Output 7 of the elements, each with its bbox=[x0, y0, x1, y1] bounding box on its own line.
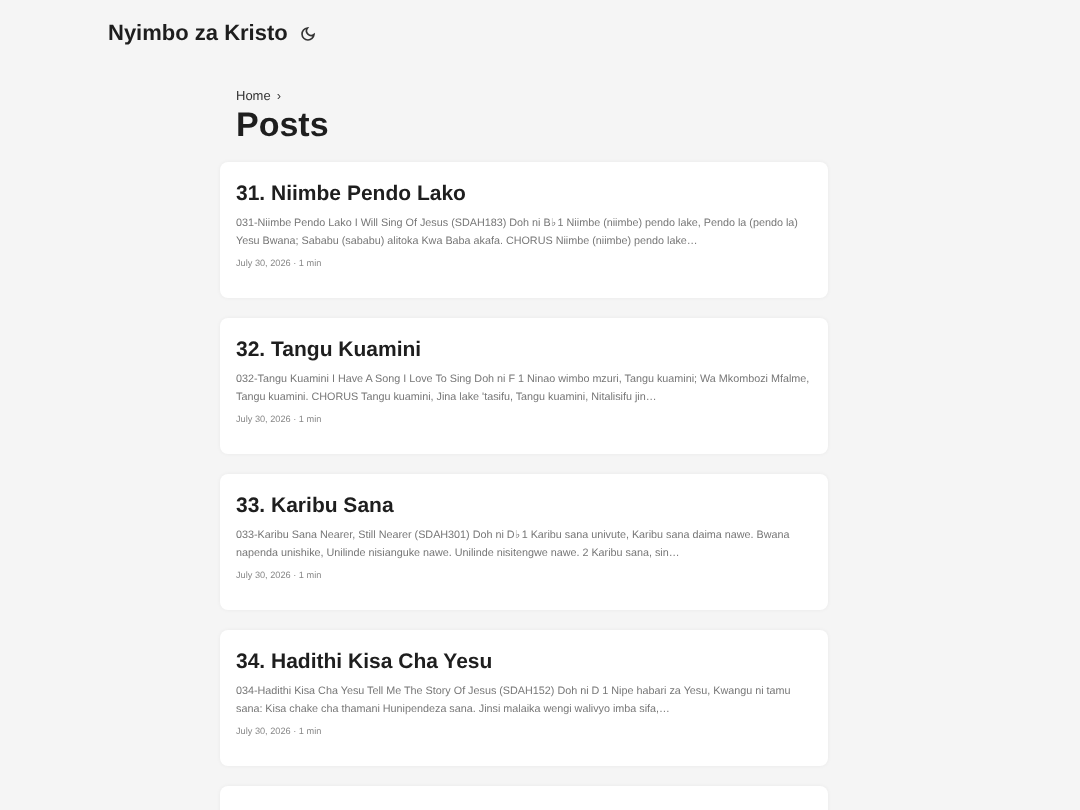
page-title: Posts bbox=[236, 106, 331, 146]
post-title[interactable]: 34. Hadithi Kisa Cha Yesu bbox=[236, 650, 812, 674]
moon-icon[interactable] bbox=[299, 26, 316, 42]
post-title[interactable]: 33. Karibu Sana bbox=[236, 494, 812, 518]
post-title[interactable]: 32. Tangu Kuamini bbox=[236, 338, 812, 362]
post-title[interactable]: 31. Niimbe Pendo Lako bbox=[236, 182, 812, 206]
site-title[interactable]: Nyimbo za Kristo bbox=[108, 22, 288, 46]
